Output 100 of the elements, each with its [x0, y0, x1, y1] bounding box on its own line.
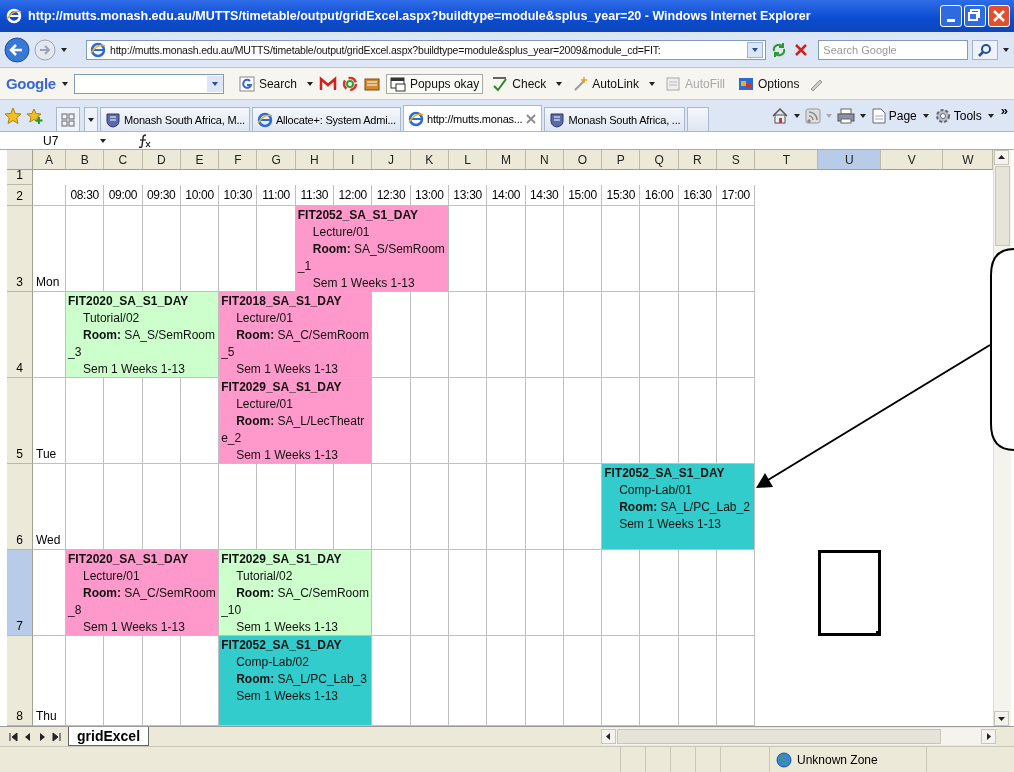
table-cell[interactable]: [410, 292, 449, 378]
column-header[interactable]: E: [180, 150, 220, 170]
command-button[interactable]: Page: [870, 108, 918, 124]
row-header[interactable]: 7: [7, 550, 33, 636]
close-button[interactable]: [988, 5, 1010, 27]
tab-list-button[interactable]: [84, 107, 98, 131]
column-header[interactable]: B: [66, 150, 105, 170]
table-cell[interactable]: [640, 292, 679, 378]
table-cell[interactable]: [142, 378, 181, 464]
search-field[interactable]: Search Google: [818, 39, 969, 60]
table-cell[interactable]: [525, 378, 564, 464]
minimize-button[interactable]: [940, 5, 962, 27]
caret-icon[interactable]: [210, 79, 219, 88]
column-header[interactable]: H: [295, 150, 335, 170]
table-cell[interactable]: [563, 206, 603, 292]
column-header[interactable]: N: [525, 150, 564, 170]
table-cell[interactable]: [717, 292, 756, 378]
browser-tab[interactable]: http://mutts.monas...: [403, 105, 543, 131]
toolbar-button[interactable]: Options: [734, 73, 804, 94]
table-cell[interactable]: [602, 550, 641, 636]
mail-icon[interactable]: [318, 75, 337, 92]
table-cell[interactable]: [487, 464, 526, 550]
google-logo[interactable]: Google: [6, 75, 56, 92]
table-cell[interactable]: [717, 206, 756, 292]
more-button[interactable]: »: [998, 103, 1010, 118]
table-cell[interactable]: [487, 378, 526, 464]
browser-tab[interactable]: Allocate+: System Admi...: [251, 107, 401, 131]
timetable-entry[interactable]: FIT2052_SA_S1_DAY Lecture/01 Room: SA_S/SemRoom_1 Sem 1 Weeks 1-13: [295, 206, 449, 292]
timetable-entry[interactable]: FIT2052_SA_S1_DAY Comp-Lab/02 Room: SA_L/PC_Lab_3 Sem 1 Weeks 1-13: [219, 636, 373, 726]
table-cell[interactable]: [372, 292, 411, 378]
table-cell[interactable]: [525, 550, 564, 636]
bookmark-icon[interactable]: [362, 75, 381, 92]
table-cell[interactable]: [525, 464, 564, 550]
table-cell[interactable]: [563, 292, 603, 378]
table-cell[interactable]: [678, 292, 718, 378]
column-header[interactable]: L: [448, 150, 488, 170]
caret-icon[interactable]: [305, 79, 314, 88]
table-cell[interactable]: [33, 292, 66, 378]
table-cell[interactable]: [602, 292, 641, 378]
column-header[interactable]: C: [104, 150, 143, 170]
column-header[interactable]: F: [219, 150, 258, 170]
sheet-tab[interactable]: gridExcel: [68, 727, 150, 746]
printer-icon[interactable]: [836, 108, 855, 124]
cell-cursor[interactable]: [818, 550, 882, 636]
column-header[interactable]: M: [487, 150, 526, 170]
caret-icon[interactable]: [858, 112, 867, 120]
first-sheet-icon[interactable]: [8, 730, 20, 743]
column-header[interactable]: D: [142, 150, 181, 170]
table-cell[interactable]: [33, 550, 66, 636]
row-header[interactable]: 2: [7, 185, 33, 206]
star-plus-icon[interactable]: [26, 107, 44, 125]
maximize-button[interactable]: [964, 5, 986, 27]
caret-icon[interactable]: [1002, 45, 1010, 54]
column-header[interactable]: J: [372, 150, 411, 170]
table-cell[interactable]: [640, 206, 679, 292]
caret-icon[interactable]: [60, 45, 68, 54]
last-sheet-icon[interactable]: [50, 730, 62, 743]
browser-tab[interactable]: Monash South Africa, ...: [544, 107, 686, 131]
dropdown-button[interactable]: [747, 41, 764, 58]
column-header[interactable]: U: [818, 150, 882, 170]
row-header[interactable]: 1: [7, 170, 33, 185]
table-cell[interactable]: [33, 185, 66, 206]
address-field[interactable]: http://mutts.monash.edu.au/MUTTS/timetable/output/gridExcel.aspx?buildtype=module&splus_year=2009&module_cd=FIT:: [86, 39, 767, 60]
toolbar-button[interactable]: AutoLink: [568, 73, 643, 94]
caret-icon[interactable]: [648, 79, 656, 88]
scroll-thumb[interactable]: [995, 166, 1010, 246]
table-cell[interactable]: [525, 292, 564, 378]
column-header[interactable]: P: [602, 150, 641, 170]
table-cell[interactable]: [104, 378, 143, 464]
column-header[interactable]: K: [410, 150, 449, 170]
caret-icon[interactable]: [99, 136, 107, 145]
scroll-down-icon[interactable]: [994, 711, 1009, 726]
table-cell[interactable]: [563, 464, 603, 550]
column-header[interactable]: Q: [640, 150, 679, 170]
table-cell[interactable]: [372, 378, 411, 464]
table-cell[interactable]: [717, 550, 756, 636]
home-icon[interactable]: [770, 107, 789, 125]
scroll-right-icon[interactable]: [981, 729, 996, 744]
back-button[interactable]: [4, 36, 30, 63]
table-cell[interactable]: [372, 464, 411, 550]
row-header[interactable]: 5: [7, 378, 33, 464]
timetable-entry[interactable]: FIT2018_SA_S1_DAY Lecture/01 Room: SA_C/SemRoom_5 Sem 1 Weeks 1-13: [219, 292, 373, 378]
column-header[interactable]: T: [755, 150, 819, 170]
table-cell[interactable]: [525, 206, 564, 292]
search-button[interactable]: [972, 39, 998, 60]
table-cell[interactable]: [448, 378, 488, 464]
table-cell[interactable]: [487, 292, 526, 378]
caret-icon[interactable]: [986, 112, 995, 120]
table-cell[interactable]: [372, 550, 411, 636]
new-tab-button[interactable]: [687, 107, 710, 131]
column-header[interactable]: W: [943, 150, 993, 170]
caret-icon[interactable]: [60, 79, 69, 88]
scroll-left-icon[interactable]: [601, 729, 616, 744]
table-cell[interactable]: [180, 378, 220, 464]
row-header[interactable]: 3: [7, 206, 33, 292]
column-header[interactable]: G: [257, 150, 296, 170]
column-header[interactable]: S: [717, 150, 756, 170]
row-header[interactable]: 6: [7, 464, 33, 550]
table-cell[interactable]: [487, 206, 526, 292]
timetable-entry[interactable]: FIT2020_SA_S1_DAY Tutorial/02 Room: SA_S/SemRoom_3 Sem 1 Weeks 1-13: [66, 292, 220, 378]
